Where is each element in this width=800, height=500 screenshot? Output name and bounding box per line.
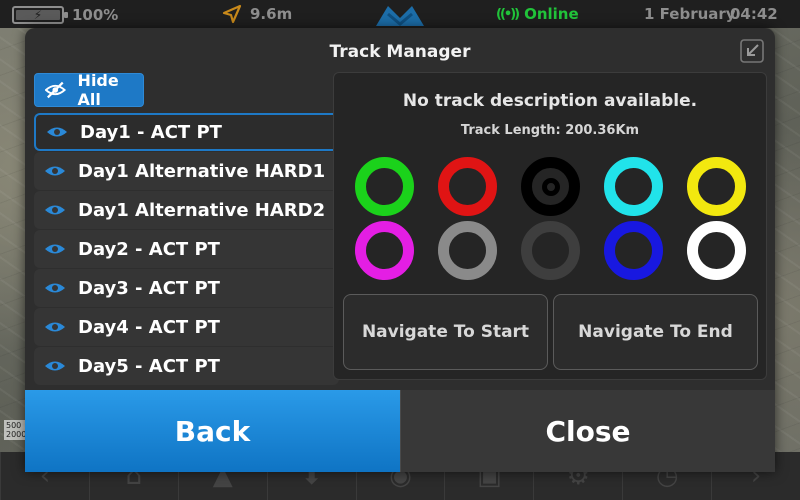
color-picker: [355, 157, 755, 285]
eye-icon[interactable]: [44, 203, 66, 217]
battery-percent: 100%: [72, 6, 119, 24]
hide-all-button[interactable]: Hide All: [34, 71, 144, 109]
connection-status: ((•)) Online: [496, 5, 579, 23]
navigation-indicator: 9.6m: [222, 4, 292, 24]
track-label: Day2 - ACT PT: [78, 238, 220, 260]
track-item[interactable]: Day1 Alternative HARD2: [34, 191, 339, 229]
track-item[interactable]: Day3 - ACT PT: [34, 269, 339, 307]
color-swatch[interactable]: [687, 221, 746, 280]
eye-icon[interactable]: [44, 320, 66, 334]
nav-distance: 9.6m: [250, 5, 293, 23]
track-label: Day1 - ACT PT: [80, 121, 222, 143]
track-label: Day5 - ACT PT: [78, 355, 220, 377]
eye-icon[interactable]: [44, 359, 66, 373]
back-button[interactable]: Back: [25, 390, 400, 472]
color-swatch[interactable]: [521, 221, 580, 280]
navigate-to-start-button[interactable]: Navigate To Start: [343, 294, 548, 370]
color-swatch[interactable]: [687, 157, 746, 216]
track-item[interactable]: Day4 - ACT PT: [34, 308, 339, 346]
hide-all-label: Hide All: [77, 71, 119, 109]
navigation-arrow-icon: [222, 4, 242, 24]
navigate-to-end-button[interactable]: Navigate To End: [553, 294, 758, 370]
eye-icon[interactable]: [44, 242, 66, 256]
track-manager-dialog: Track Manager Hide All Day1 - ACT PT Day…: [25, 28, 775, 472]
connection-label: Online: [524, 5, 579, 23]
track-description: No track description available.: [402, 91, 698, 111]
track-item[interactable]: Day5 - ACT PT: [34, 347, 339, 385]
battery-indicator: ⚡ 100%: [12, 6, 118, 24]
close-button[interactable]: Close: [400, 390, 775, 472]
battery-icon: ⚡: [12, 6, 68, 24]
eye-icon[interactable]: [44, 164, 66, 178]
color-swatch[interactable]: [355, 157, 414, 216]
track-label: Day4 - ACT PT: [78, 316, 220, 338]
track-item[interactable]: Day1 Alternative HARD1: [34, 152, 339, 190]
color-swatch[interactable]: [604, 221, 663, 280]
eye-icon[interactable]: [44, 281, 66, 295]
track-detail-panel: No track description available. Track Le…: [333, 72, 767, 380]
track-item[interactable]: Day2 - ACT PT: [34, 230, 339, 268]
minimize-icon[interactable]: [739, 38, 765, 64]
track-label: Day3 - ACT PT: [78, 277, 220, 299]
dialog-title: Track Manager: [329, 42, 471, 62]
eye-slash-icon: [45, 81, 66, 99]
track-item[interactable]: Day1 - ACT PT: [34, 113, 344, 151]
track-length: Track Length: 200.36Km: [460, 123, 640, 138]
track-label: Day1 Alternative HARD1: [78, 160, 326, 182]
status-bar: ⚡ 100% 9.6m ((•)) Online 1 February 04:4…: [0, 0, 800, 41]
color-swatch[interactable]: [438, 221, 497, 280]
color-swatch[interactable]: [604, 157, 663, 216]
eye-icon[interactable]: [46, 125, 68, 139]
color-swatch[interactable]: [521, 157, 580, 216]
track-label: Day1 Alternative HARD2: [78, 199, 326, 221]
track-list: Day1 - ACT PT Day1 Alternative HARD1 Day…: [34, 113, 344, 386]
signal-icon: ((•)): [496, 6, 520, 22]
color-swatch[interactable]: [355, 221, 414, 280]
date-display: 1 February: [644, 5, 736, 23]
color-swatch[interactable]: [438, 157, 497, 216]
